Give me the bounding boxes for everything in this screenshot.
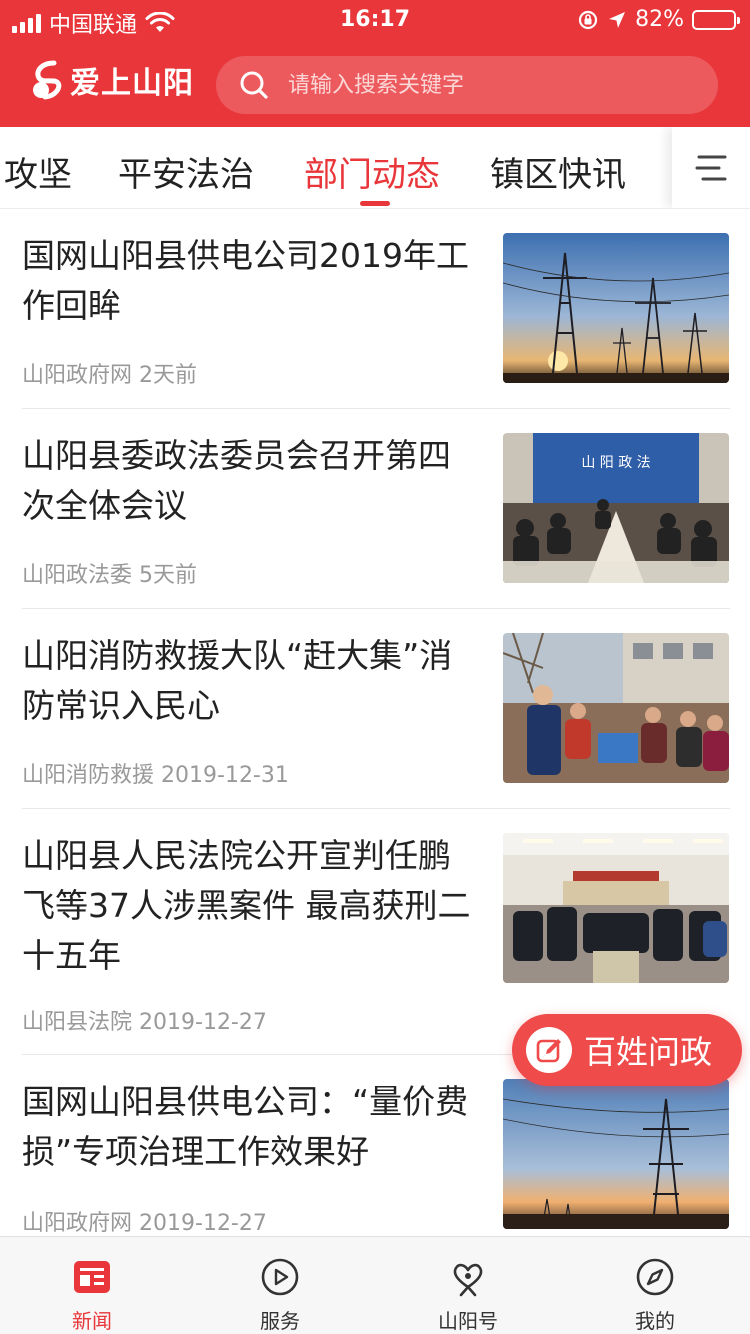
tabbar-service[interactable]: 服务 [220, 1237, 340, 1334]
tabbar-news[interactable]: 新闻 [32, 1237, 152, 1334]
news-item[interactable]: 国网山阳县供电公司2019年工作回眸 山阳政府网 2天前 [0, 209, 750, 409]
news-source: 山阳消防救援 [22, 763, 155, 788]
news-time: 2019-12-27 [139, 1211, 267, 1236]
tabbar-label: 山阳号 [438, 1309, 498, 1333]
news-meta: 山阳政法委 5天前 [22, 557, 197, 589]
tabbar-label: 新闻 [72, 1309, 112, 1333]
news-thumbnail[interactable] [503, 233, 729, 383]
news-thumbnail[interactable]: 山 阳 政 法 [503, 433, 729, 583]
app-logo: 爱上山阳 [30, 58, 194, 102]
app-name: 爱上山阳 [70, 66, 194, 101]
bottom-tab-bar: 新闻 服务 山阳号 我的 [0, 1236, 750, 1334]
news-meta: 山阳县法院 2019-12-27 [22, 1004, 267, 1036]
category-tabs: 攻坚 平安法治 部门动态 镇区快讯 [0, 127, 750, 209]
news-source: 山阳政法委 [22, 563, 133, 588]
tab-bumen-dongtai[interactable]: 部门动态 [304, 147, 440, 196]
news-title[interactable]: 国网山阳县供电公司2019年工作回眸 [22, 231, 482, 331]
rotation-lock-icon [578, 10, 598, 29]
meeting-image: 山 阳 政 法 [503, 433, 729, 583]
power-towers-image [503, 233, 729, 383]
news-title[interactable]: 国网山阳县供电公司：“量价费损”专项治理工作效果好 [22, 1077, 482, 1177]
tabbar-label: 我的 [635, 1309, 675, 1333]
news-source: 山阳政府网 [22, 1211, 133, 1236]
banner-text: 山 阳 政 法 [581, 455, 650, 471]
tab-gongjian[interactable]: 攻坚 [4, 147, 72, 196]
news-source: 山阳县法院 [22, 1010, 133, 1035]
search-input[interactable] [288, 72, 688, 98]
status-bar: 中国联通 16:17 82% [0, 0, 750, 40]
active-tab-indicator [360, 201, 390, 206]
news-title[interactable]: 山阳县人民法院公开宣判任鹏飞等37人涉黑案件 最高获刑二十五年 [22, 831, 482, 981]
news-thumbnail[interactable] [503, 833, 729, 983]
news-meta: 山阳政府网 2019-12-27 [22, 1205, 267, 1237]
tabbar-label: 服务 [260, 1309, 300, 1333]
news-item[interactable]: 山阳县委政法委员会召开第四次全体会议 山阳政法委 5天前 山 阳 政 法 [0, 409, 750, 609]
news-source: 山阳政府网 [22, 363, 133, 388]
news-title[interactable]: 山阳消防救援大队“赶大集”消防常识入民心 [22, 631, 482, 731]
news-meta: 山阳政府网 2天前 [22, 357, 197, 389]
news-time: 5天前 [139, 563, 198, 588]
power-tower-dusk-image [503, 1079, 729, 1229]
news-title[interactable]: 山阳县委政法委员会召开第四次全体会议 [22, 431, 482, 531]
edit-icon [536, 1039, 561, 1063]
battery-icon [692, 9, 740, 30]
news-thumbnail[interactable] [503, 1079, 729, 1229]
fab-label: 百姓问政 [584, 1033, 713, 1071]
tab-pingan-fazhi[interactable]: 平安法治 [118, 147, 254, 196]
tabbar-mine[interactable]: 我的 [595, 1237, 715, 1334]
news-time: 2019-12-27 [139, 1010, 267, 1035]
tab-zhenqu-kuaixun[interactable]: 镇区快讯 [490, 147, 626, 196]
menu-icon [695, 155, 727, 180]
news-icon [74, 1261, 110, 1293]
location-arrow-icon [609, 11, 626, 28]
tabbar-shanyang-hao[interactable]: 山阳号 [408, 1237, 528, 1334]
fab-icon-circle [526, 1027, 572, 1073]
tab-menu-button[interactable] [672, 127, 750, 208]
news-item[interactable]: 山阳消防救援大队“赶大集”消防常识入民心 山阳消防救援 2019-12-31 [0, 609, 750, 809]
news-thumbnail[interactable] [503, 633, 729, 783]
status-right: 82% [577, 7, 740, 32]
news-time: 2天前 [139, 363, 198, 388]
play-icon [261, 1258, 299, 1296]
compass-icon [636, 1258, 674, 1296]
search-icon[interactable] [238, 69, 270, 101]
news-time: 2019-12-31 [161, 763, 289, 788]
heart-person-icon [453, 1263, 483, 1297]
battery-percent: 82% [635, 7, 684, 32]
logo-icon [33, 60, 62, 100]
app-header: 中国联通 16:17 82% 爱上山阳 请输入搜索关键字 [0, 0, 750, 127]
street-market-image [503, 633, 729, 783]
courtroom-image [503, 833, 729, 983]
search-bar[interactable] [216, 56, 718, 114]
ask-government-button[interactable]: 百姓问政 [512, 1014, 742, 1086]
news-meta: 山阳消防救援 2019-12-31 [22, 757, 289, 789]
